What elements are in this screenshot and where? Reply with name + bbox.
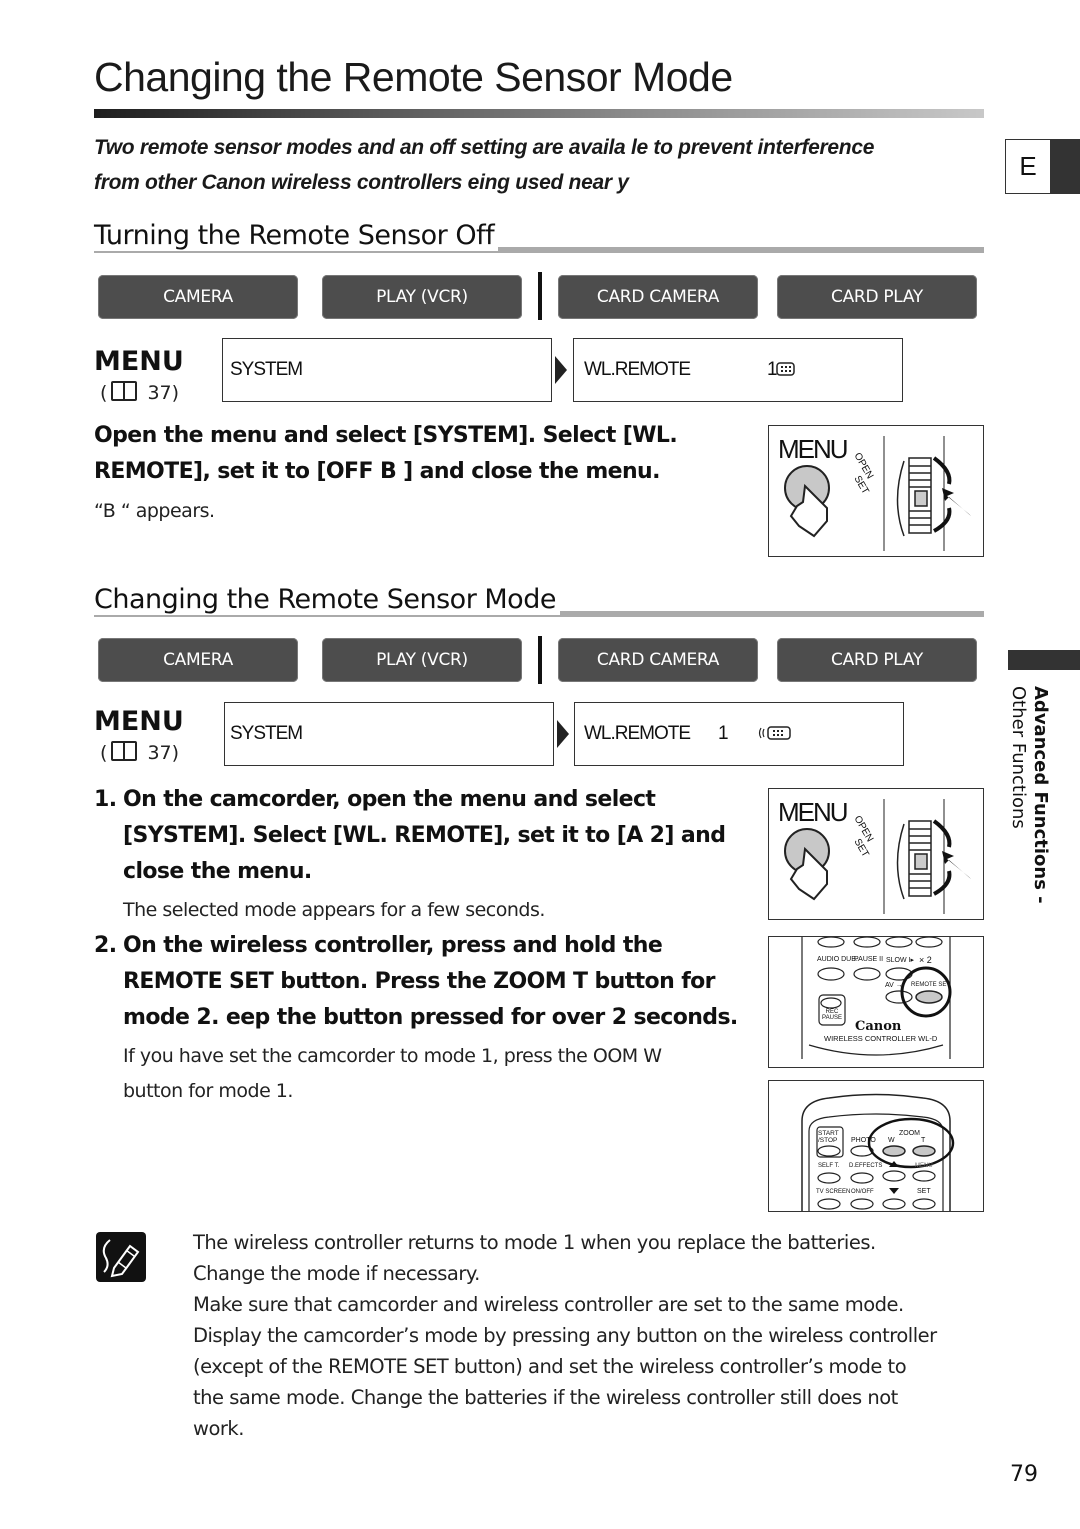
lcd-menu-wl-remote: WL.REMOTE 1 [573, 338, 903, 402]
menu-label: MENU [94, 346, 184, 377]
remote-set-illustration: AUDIO DUB. PAUSE II SLOW I▸ × 2 AV → REM… [768, 936, 984, 1068]
remote-label-on-off: ON/OFF [851, 1189, 874, 1195]
book-icon [111, 741, 138, 761]
canon-logo: Canon [855, 1019, 902, 1034]
menu-arrow-icon [555, 356, 567, 384]
language-tab: E [1005, 139, 1051, 194]
remote-label-set: SET [917, 1188, 931, 1195]
step-2-note-line-2: button for mode 1. [123, 1080, 293, 1102]
remote-sensor-icon [776, 362, 795, 376]
lcd-wl-remote-label: WL.REMOTE [584, 723, 691, 744]
remote-model-label: WIRELESS CONTROLLER WL-D [824, 1034, 938, 1043]
pencil-icon-drawing [102, 1239, 140, 1278]
step-1-line-1: On the camcorder, open the menu and sele… [123, 787, 656, 812]
step-1-number: 1. [94, 787, 117, 812]
note-line: work. [193, 1417, 244, 1440]
menu-dial-drawing [784, 436, 971, 551]
lcd-menu-wl-remote: WL.REMOTE 1 [574, 702, 904, 766]
note-line: (except of the REMOTE SET button) and se… [193, 1355, 907, 1378]
menu-page-reference: ( 37) [100, 741, 179, 764]
menu-dial-illustration: MENU OPEN SET [768, 788, 984, 920]
menu-label: MENU [94, 706, 184, 737]
mode-separator [538, 272, 542, 320]
chapter-subtitle: Other Functions [1008, 686, 1029, 829]
note-pencil-icon [96, 1232, 146, 1282]
note-line: the same mode. Change the batteries if t… [193, 1386, 898, 1409]
remote-label-x2: × 2 [919, 955, 932, 965]
remote-label-zoom: ZOOM [899, 1130, 920, 1137]
mode-card-camera: CARD CAMERA [558, 275, 758, 319]
chapter-marker [1008, 650, 1080, 670]
intro-line-2: from other Canon wireless controllers ei… [94, 171, 629, 194]
remote-label-remote-set: REMOTE SET [911, 982, 951, 988]
menu-arrow-icon [557, 720, 569, 748]
menu-dial-illustration: MENU OPEN SET [768, 425, 984, 557]
remote-label-zoom-w: W [888, 1137, 895, 1144]
mode-camera: CAMERA [98, 275, 298, 319]
mode-camera: CAMERA [98, 638, 298, 682]
step-1-line-3: close the menu. [123, 859, 312, 884]
lcd-system-label: SYSTEM [230, 723, 303, 744]
note-line: Display the camcorder’s mode by pressing… [193, 1324, 937, 1347]
mode-play-vcr: PLAY (VCR) [322, 638, 522, 682]
remote-label-av: AV → [885, 982, 903, 989]
chapter-title: Advanced Functions - [1030, 686, 1051, 904]
remote-label-menu: MENU [915, 1163, 933, 1169]
step-2-line-3: mode 2. eep the button pressed for over … [123, 1005, 738, 1030]
remote-label-zoom-t: T [921, 1137, 926, 1144]
remote-label-d-effects: D.EFFECTS [849, 1163, 883, 1169]
remote-label-slow: SLOW I▸ [886, 957, 915, 964]
note-line: The wireless controller returns to mode … [193, 1231, 876, 1254]
intro-line-1: Two remote sensor modes and an off setti… [94, 136, 875, 159]
section-heading-off: Turning the Remote Sensor Off [94, 220, 499, 251]
remote-label-start-stop: START /STOP [818, 1130, 839, 1144]
lcd-system-label: SYSTEM [230, 359, 303, 380]
ref-page-number: 37 [147, 382, 172, 404]
ref-close-paren: ) [171, 742, 180, 764]
menu-page-reference: ( 37) [100, 381, 179, 404]
ref-open-paren: ( [100, 382, 108, 404]
mode-card-play: CARD PLAY [777, 275, 977, 319]
zoom-button-illustration: START /STOP PHOTO ZOOM W T SELF T. D.EFF… [768, 1080, 984, 1212]
step-2-note-line-1: If you have set the camcorder to mode 1,… [123, 1045, 662, 1067]
lcd-menu-system: SYSTEM [224, 702, 554, 766]
step-2-line-2: REMOTE SET button. Press the ZOOM T butt… [123, 969, 716, 994]
remote-label-photo: PHOTO [851, 1137, 876, 1144]
language-tab-marker [1050, 139, 1080, 194]
note-line: Change the mode if necessary. [193, 1262, 480, 1285]
instruction-off-line-1: Open the menu and select [SYSTEM]. Selec… [94, 423, 678, 448]
ref-open-paren: ( [100, 742, 108, 764]
mode-separator [538, 636, 542, 684]
step-1-line-2: [SYSTEM]. Select [WL. REMOTE], set it to… [123, 823, 726, 848]
step-2-number: 2. [94, 933, 117, 958]
remote-label-audio-dub: AUDIO DUB. [817, 956, 858, 963]
remote-label-pause: PAUSE II [854, 956, 884, 963]
step-1-note: The selected mode appears for a few seco… [123, 899, 545, 921]
ref-close-paren: ) [171, 382, 180, 404]
note-line: Make sure that camcorder and wireless co… [193, 1293, 904, 1316]
title-rule [94, 109, 984, 118]
remote-label-tv-screen: TV SCREEN [816, 1189, 851, 1195]
lcd-wl-remote-label: WL.REMOTE [584, 359, 691, 380]
mode-play-vcr: PLAY (VCR) [322, 275, 522, 319]
page-number: 79 [1010, 1462, 1038, 1487]
mode-card-camera: CARD CAMERA [558, 638, 758, 682]
menu-dial-drawing [784, 799, 971, 914]
ref-page-number: 37 [147, 742, 172, 764]
step-2-line-1: On the wireless controller, press and ho… [123, 933, 663, 958]
book-icon [111, 381, 138, 401]
page-title: Changing the Remote Sensor Mode [94, 54, 733, 100]
instruction-off-note: “B “ appears. [94, 500, 215, 522]
remote-label-self-timer: SELF T. [818, 1163, 840, 1169]
remote-sensor-signal-icon [758, 726, 791, 740]
instruction-off-line-2: REMOTE], set it to [OFF B ] and close th… [94, 459, 660, 484]
remote-label-rec-pause: REC PAUSE [822, 1009, 842, 1021]
lcd-wl-remote-value: 1 [718, 723, 729, 744]
mode-card-play: CARD PLAY [777, 638, 977, 682]
section-heading-change: Changing the Remote Sensor Mode [94, 584, 560, 615]
remote-bottom-drawing [801, 1093, 955, 1211]
lcd-menu-system: SYSTEM [222, 338, 552, 402]
